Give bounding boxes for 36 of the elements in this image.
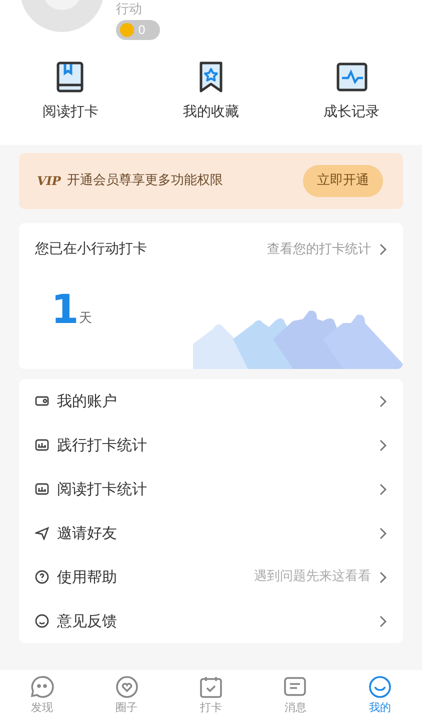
pulse-chart-icon [334,60,369,94]
checkin-days: 1 [51,290,79,330]
shortcut-button[interactable]: 我的收藏 [160,60,261,123]
menu-item[interactable]: 践行打卡统计 [35,423,387,467]
shortcut-button[interactable]: 成长记录 [302,60,402,123]
chevron-right-icon [379,614,387,628]
vip-promo-text: 开通会员尊享更多功能权限 [66,172,224,190]
chevron-right-icon [379,570,387,584]
user-name: 行动 [116,2,143,18]
menu-hint: 遇到问题先来这看看 [254,568,371,586]
checkin-title: 您已在小行动打卡 [35,240,147,259]
menu-item[interactable]: 使用帮助 遇到问题先来这看看 [35,555,387,599]
activate-button[interactable]: 立即开通 [303,165,383,197]
paper-plane-icon [35,526,49,540]
menu-item[interactable]: 我的账户 [35,379,387,423]
chevron-right-icon [379,482,387,496]
bar-chart-icon [35,482,49,496]
vip-logo: VIP [37,173,61,190]
chevron-right-icon [379,438,387,452]
help-icon [35,570,49,584]
days-unit: 天 [78,310,92,328]
menu-item[interactable]: 邀请好友 [35,511,387,555]
chevron-right-icon [379,243,387,256]
smile-icon [366,674,393,700]
bar-chart-icon [35,438,49,452]
chevron-right-icon [379,526,387,540]
chevron-right-icon [379,394,387,408]
menu-item[interactable]: 意见反馈 [35,599,387,643]
feedback-icon [35,614,49,628]
tab[interactable]: 我的 [350,674,410,716]
vip-banner[interactable]: VIP 开通会员尊享更多功能权限 立即开通 [19,153,403,209]
wallet-icon [35,394,49,408]
shortcut-button[interactable]: 阅读打卡 [20,60,120,123]
menu-item[interactable]: 阅读打卡统计 [35,467,387,511]
chat-face-icon [29,674,56,700]
coin-icon [120,23,134,37]
